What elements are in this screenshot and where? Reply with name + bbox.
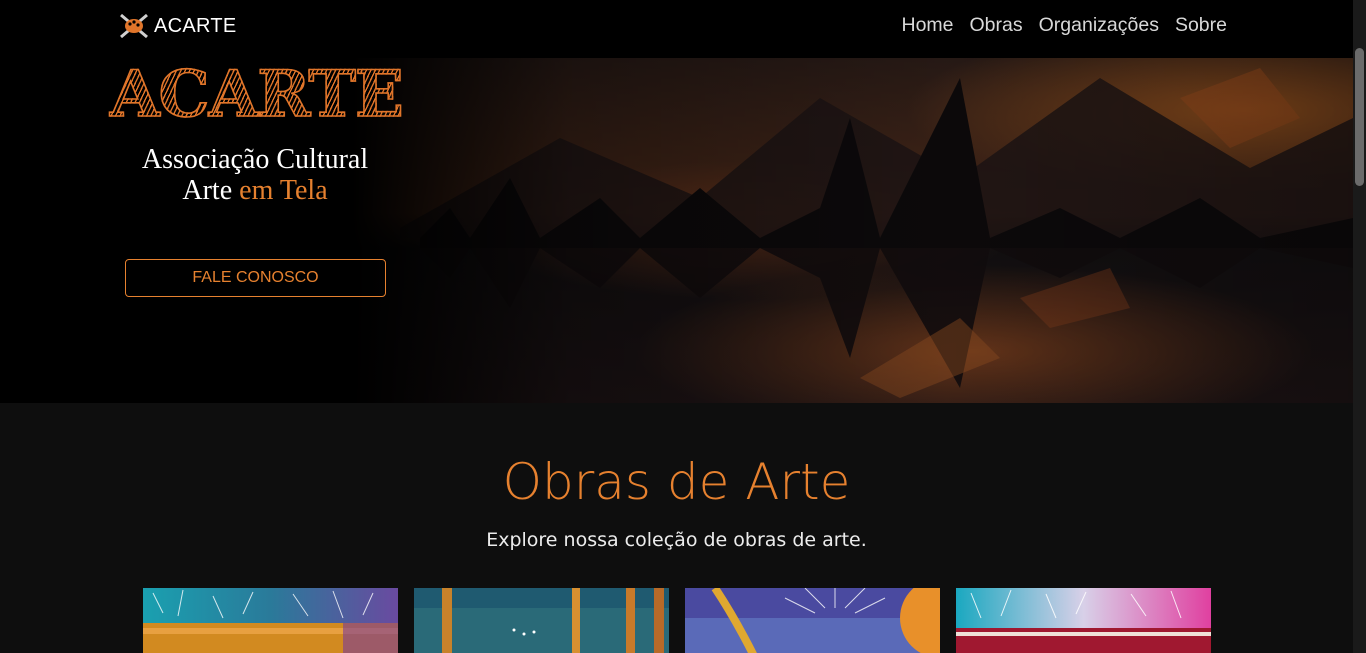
hero-subtitle-line2a: Arte <box>182 175 233 206</box>
hero-subtitle-line2b: em Tela <box>239 175 328 206</box>
artwork-thumbnail <box>414 588 669 653</box>
hero-text-block: ACARTE Associação Cultural Arte em Tela <box>109 58 404 206</box>
scrollbar-thumb[interactable] <box>1355 48 1364 186</box>
artwork-card[interactable] <box>685 588 940 653</box>
contact-button[interactable]: FALE CONOSCO <box>125 259 386 297</box>
nav-link-home[interactable]: Home <box>901 14 953 37</box>
page-scrollbar[interactable] <box>1353 0 1366 653</box>
hero-subtitle-line1: Associação Cultural <box>141 144 369 175</box>
artwork-card[interactable] <box>414 588 669 653</box>
brand-link[interactable]: ACARTE <box>118 12 237 40</box>
palette-logo-icon <box>120 13 148 39</box>
nav-link-organizacoes[interactable]: Organizações <box>1039 14 1159 37</box>
brand-name: ACARTE <box>154 14 237 37</box>
gallery-section: Obras de Arte Explore nossa coleção de o… <box>0 403 1353 653</box>
gallery-title: Obras de Arte <box>502 453 851 511</box>
hero-section: ACARTE Associação Cultural Arte em Tela … <box>0 58 1353 403</box>
nav-link-sobre[interactable]: Sobre <box>1175 14 1227 37</box>
navbar: ACARTE Home Obras Organizações Sobre <box>0 0 1353 58</box>
artwork-thumbnail <box>956 588 1211 653</box>
nav-menu: Home Obras Organizações Sobre <box>901 14 1227 37</box>
artwork-thumbnail <box>685 588 940 653</box>
hero-logo-title: ACARTE <box>109 58 404 132</box>
gallery-subtitle: Explore nossa coleção de obras de arte. <box>486 529 867 551</box>
artwork-card[interactable] <box>956 588 1211 653</box>
artwork-thumbnail <box>143 588 398 653</box>
hero-subtitle: Associação Cultural Arte em Tela <box>110 144 400 206</box>
nav-link-obras[interactable]: Obras <box>970 14 1023 37</box>
artwork-card[interactable] <box>143 588 398 653</box>
